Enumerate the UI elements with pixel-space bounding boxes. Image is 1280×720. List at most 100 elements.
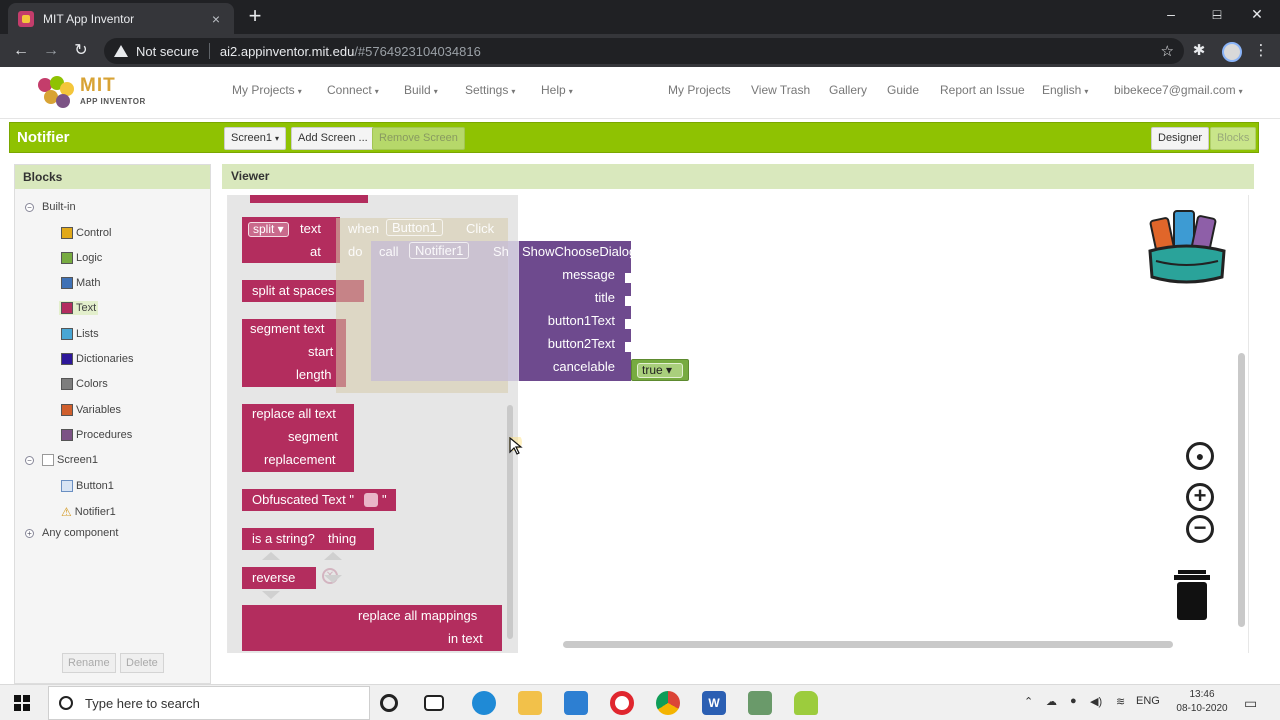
block-segment-text[interactable]: segment text start length [242, 319, 346, 387]
drawer-procedures[interactable]: Procedures [61, 429, 132, 441]
word-icon[interactable]: W [702, 691, 726, 715]
link-guide[interactable]: Guide [887, 83, 919, 97]
taskbar-search-input[interactable]: Type here to search [48, 686, 370, 720]
edge-browser-icon[interactable] [472, 691, 496, 715]
block-split[interactable]: split ▾ text at [242, 217, 340, 263]
drawer-variables[interactable]: Variables [61, 404, 121, 416]
tray-cloud-icon[interactable]: ☁ [1046, 695, 1057, 708]
block-partial-top[interactable] [250, 195, 368, 203]
wifi-icon[interactable]: ≋ [1116, 695, 1125, 708]
opera-icon[interactable] [610, 691, 634, 715]
tree-button1[interactable]: Button1 [61, 480, 114, 492]
security-label[interactable]: Not secure [136, 44, 199, 59]
tree-any-component[interactable]: + Any component [25, 527, 118, 539]
trash-can-icon[interactable] [1174, 570, 1210, 620]
file-explorer-icon[interactable] [518, 691, 542, 715]
mutator-up-icon [324, 552, 342, 560]
method-name: ShowChooseDialog [522, 244, 637, 259]
address-separator [208, 43, 210, 59]
blocks-button[interactable]: Blocks [1210, 127, 1257, 150]
chrome-menu-icon[interactable]: ⋮ [1252, 42, 1270, 60]
collapse-icon[interactable]: − [25, 202, 34, 212]
rename-button[interactable]: Rename [62, 653, 116, 673]
remove-screen-button[interactable]: Remove Screen [372, 127, 465, 150]
microphone-icon[interactable]: ● [1070, 695, 1077, 707]
profile-avatar[interactable] [1222, 42, 1242, 62]
link-gallery[interactable]: Gallery [829, 83, 867, 97]
link-view-trash[interactable]: View Trash [751, 83, 810, 97]
language-indicator[interactable]: ENG [1136, 695, 1160, 707]
designer-button[interactable]: Designer [1151, 127, 1210, 150]
tree-screen1[interactable]: − Screen1 [25, 454, 98, 466]
notification-center-icon[interactable]: ▭ [1244, 695, 1257, 712]
extensions-puzzle-icon[interactable]: ✱ [1190, 42, 1208, 60]
close-window-icon[interactable]: ✕ [1234, 6, 1280, 23]
delete-button[interactable]: Delete [120, 653, 164, 673]
blocks-workspace[interactable]: split ▾ text at split at spaces segment … [227, 195, 1249, 653]
block-replace-all-mappings[interactable]: replace all mappings in text [242, 605, 502, 651]
menu-connect[interactable]: Connect ▾ [327, 83, 379, 97]
minimize-icon[interactable]: – [1148, 6, 1194, 22]
browser-tab[interactable]: MIT App Inventor × [8, 3, 234, 34]
drawer-text[interactable]: Text [59, 301, 99, 315]
tree-builtin[interactable]: − Built-in [25, 201, 76, 213]
drawer-control[interactable]: Control [61, 227, 111, 239]
cortana-icon[interactable] [380, 694, 398, 712]
bookmark-star-icon[interactable]: ☆ [1161, 42, 1174, 60]
back-arrow-icon[interactable]: ← [10, 40, 32, 62]
taskbar-search-placeholder: Type here to search [85, 695, 200, 711]
new-tab-button[interactable]: + [244, 5, 266, 27]
logic-true-dropdown[interactable]: true ▾ [637, 363, 683, 378]
drawer-logic[interactable]: Logic [61, 252, 102, 264]
mail-icon[interactable] [564, 691, 588, 715]
link-my-projects[interactable]: My Projects [668, 83, 731, 97]
windows-start-icon[interactable] [14, 695, 30, 711]
split-dropdown[interactable]: split ▾ [248, 222, 289, 237]
drawer-colors[interactable]: Colors [61, 378, 108, 390]
zoom-in-icon[interactable]: + [1186, 483, 1214, 511]
math-swatch-icon [61, 277, 73, 289]
menu-settings[interactable]: Settings ▾ [465, 83, 515, 97]
block-logic-true[interactable]: true ▾ [631, 359, 689, 381]
add-screen-button[interactable]: Add Screen ... [291, 127, 375, 150]
volume-icon[interactable]: ◀) [1090, 695, 1102, 708]
menu-language[interactable]: English ▾ [1042, 83, 1088, 97]
split-text-label: text [300, 221, 321, 236]
horizontal-scrollbar[interactable] [563, 641, 1173, 648]
block-show-choose-dialog[interactable]: ShowChooseDialog message title button1Te… [519, 241, 636, 381]
backpack-icon[interactable] [1146, 207, 1230, 289]
block-replace-all-text[interactable]: replace all text segment replacement [242, 404, 354, 472]
drawer-lists[interactable]: Lists [61, 328, 99, 340]
button-component-icon [61, 480, 73, 492]
block-obfuscated-text[interactable]: Obfuscated Text " " [242, 489, 396, 511]
menu-help[interactable]: Help ▾ [541, 83, 573, 97]
collapse-icon[interactable]: − [25, 455, 34, 465]
task-view-icon[interactable] [424, 695, 444, 711]
mit-app-inventor-logo[interactable]: MIT APP INVENTOR [36, 74, 166, 114]
recenter-icon[interactable]: ● [1186, 442, 1214, 470]
reload-icon[interactable]: ↻ [70, 40, 92, 62]
app-icon[interactable] [748, 691, 772, 715]
logo-title: MIT [80, 75, 116, 96]
address-bar[interactable]: Not secure ai2.appinventor.mit.edu /#576… [104, 38, 1184, 64]
drawer-dictionaries[interactable]: Dictionaries [61, 353, 133, 365]
tray-chevron-icon[interactable]: ⌃ [1024, 695, 1033, 708]
forward-arrow-icon[interactable]: → [40, 40, 62, 62]
clock[interactable]: 13:46 08-10-2020 [1174, 688, 1230, 716]
chrome-icon[interactable] [656, 691, 680, 715]
screen-select-dropdown[interactable]: Screen1 ▾ [224, 127, 287, 150]
obfuscated-text-field[interactable] [364, 493, 378, 507]
vertical-scrollbar[interactable] [1238, 353, 1245, 627]
expand-icon[interactable]: + [25, 528, 34, 538]
android-icon[interactable] [794, 691, 818, 715]
menu-account[interactable]: bibekece7@gmail.com ▾ [1114, 83, 1243, 97]
block-is-a-string[interactable]: is a string? thing [242, 528, 374, 550]
block-reverse[interactable]: reverse [242, 567, 316, 589]
drawer-math[interactable]: Math [61, 277, 100, 289]
link-report-issue[interactable]: Report an Issue [940, 83, 1025, 97]
zoom-out-icon[interactable]: − [1186, 515, 1214, 543]
tab-close-icon[interactable]: × [208, 11, 224, 27]
menu-my-projects[interactable]: My Projects ▾ [232, 83, 302, 97]
menu-build[interactable]: Build ▾ [404, 83, 438, 97]
tree-notifier1[interactable]: ⚠ Notifier1 [61, 505, 116, 519]
